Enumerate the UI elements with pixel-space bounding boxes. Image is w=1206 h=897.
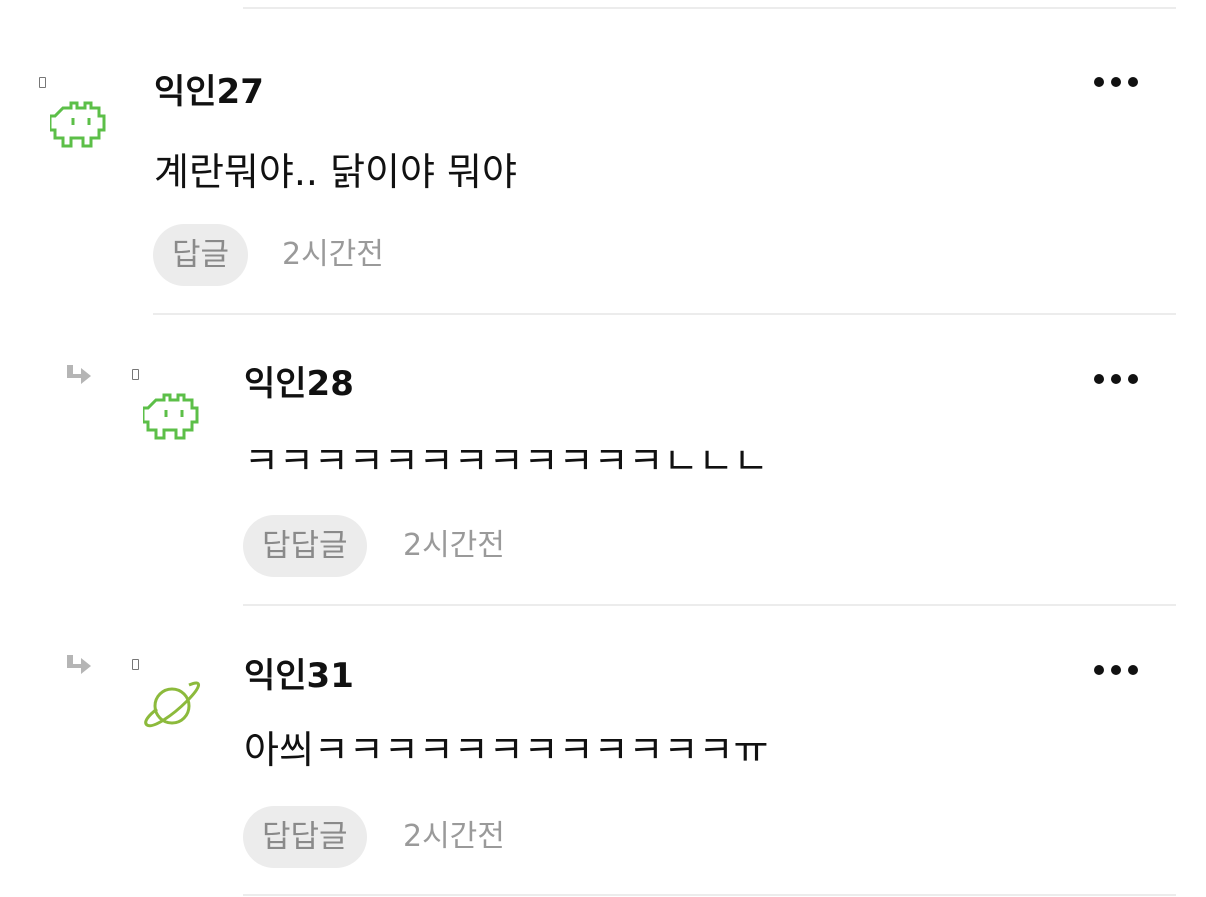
comment-marker-icon bbox=[132, 659, 139, 670]
space-invader-icon bbox=[141, 390, 205, 442]
comment-marker-icon bbox=[132, 369, 139, 380]
comment-username: 익인28 bbox=[244, 364, 354, 404]
top-divider bbox=[243, 7, 1176, 9]
space-invader-icon bbox=[48, 98, 112, 150]
comment-username: 익인31 bbox=[244, 656, 354, 696]
reply-reply-button[interactable]: 답답글 bbox=[243, 806, 367, 868]
comment-marker-icon bbox=[39, 77, 46, 88]
comment-text: ㅋㅋㅋㅋㅋㅋㅋㅋㅋㅋㅋㅋㄴㄴㄴ bbox=[244, 439, 769, 483]
comment-username: 익인27 bbox=[154, 72, 264, 112]
comment-divider bbox=[243, 894, 1176, 896]
reply-button[interactable]: 답글 bbox=[153, 224, 249, 286]
more-options-button[interactable] bbox=[1094, 664, 1138, 676]
more-options-button[interactable] bbox=[1094, 76, 1138, 88]
comment-divider bbox=[243, 604, 1176, 606]
comment-text: 계란뭐야.. 닭이야 뭐야 bbox=[154, 150, 517, 194]
comment-timestamp: 2시간전 bbox=[403, 819, 505, 854]
comment-timestamp: 2시간전 bbox=[282, 237, 384, 272]
comment-divider bbox=[153, 313, 1176, 315]
planet-icon bbox=[143, 679, 205, 731]
reply-arrow-icon bbox=[64, 653, 94, 679]
reply-reply-button[interactable]: 답답글 bbox=[243, 515, 367, 577]
comment-timestamp: 2시간전 bbox=[403, 528, 505, 563]
more-options-button[interactable] bbox=[1094, 373, 1138, 385]
comment-text: 아씌ㅋㅋㅋㅋㅋㅋㅋㅋㅋㅋㅋㅋㅠ bbox=[244, 728, 769, 772]
reply-arrow-icon bbox=[64, 363, 94, 389]
